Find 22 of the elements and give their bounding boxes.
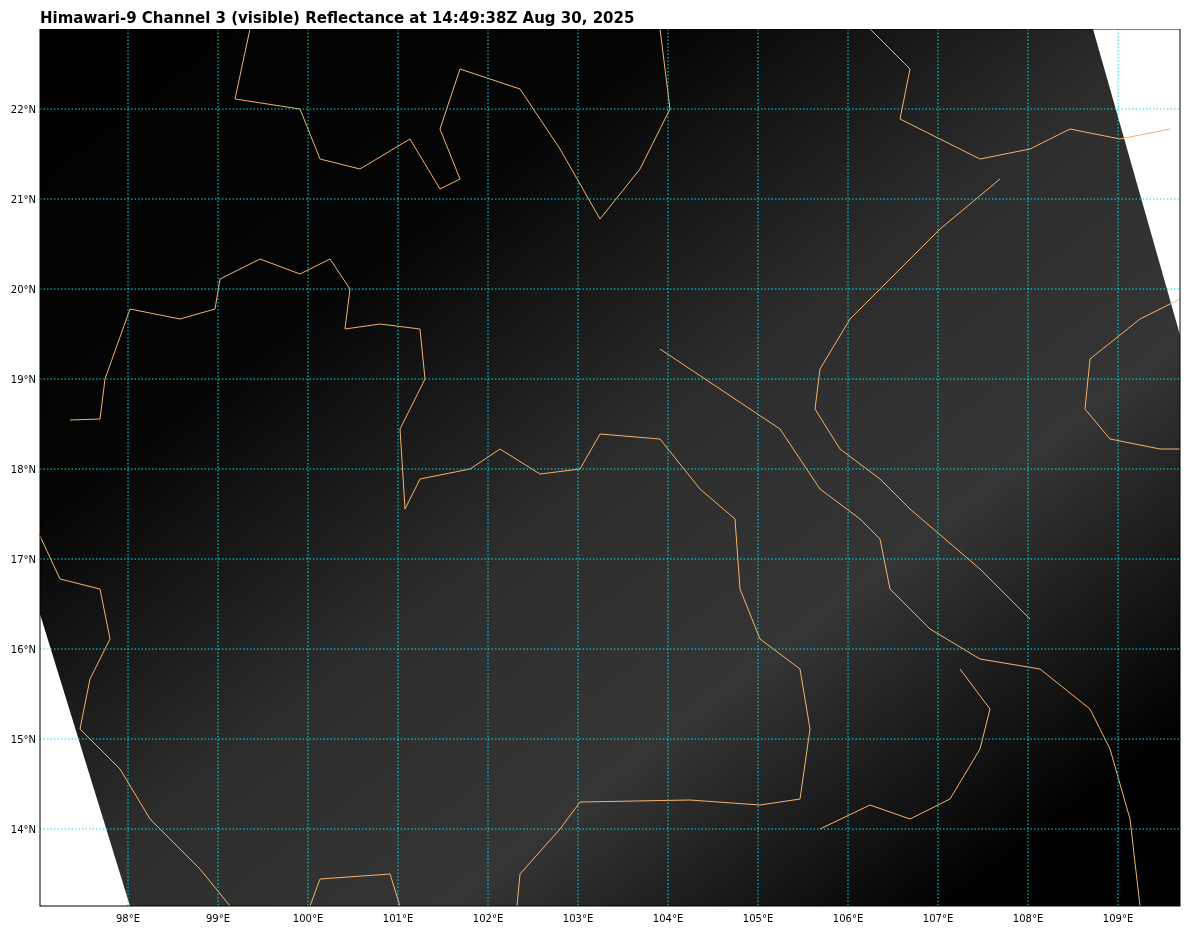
latitude-label: 21°N — [10, 194, 36, 205]
longitude-label: 109°E — [1102, 913, 1134, 924]
latitude-label: 15°N — [10, 734, 36, 745]
longitude-label: 105°E — [742, 913, 774, 924]
longitude-label: 101°E — [382, 913, 414, 924]
longitude-label: 104°E — [652, 913, 684, 924]
latitude-label: 19°N — [10, 374, 36, 385]
latitude-label: 14°N — [10, 824, 36, 835]
latitude-label: 20°N — [10, 284, 36, 295]
latitude-label: 17°N — [10, 554, 36, 565]
longitude-label: 107°E — [922, 913, 954, 924]
latitude-label: 18°N — [10, 464, 36, 475]
chart-title: Himawari-9 Channel 3 (visible) Reflectance at 14:49:38Z Aug 30, 2025 — [39, 8, 635, 29]
latitude-label: 16°N — [10, 644, 36, 655]
longitude-label: 98°E — [116, 913, 140, 924]
longitude-label: 103°E — [562, 913, 594, 924]
longitude-label: 99°E — [206, 913, 230, 924]
longitude-label: 102°E — [472, 913, 504, 924]
longitude-label: 108°E — [1012, 913, 1044, 924]
latitude-label: 22°N — [10, 104, 36, 115]
longitude-label: 106°E — [832, 913, 864, 924]
longitude-label: 100°E — [292, 913, 324, 924]
